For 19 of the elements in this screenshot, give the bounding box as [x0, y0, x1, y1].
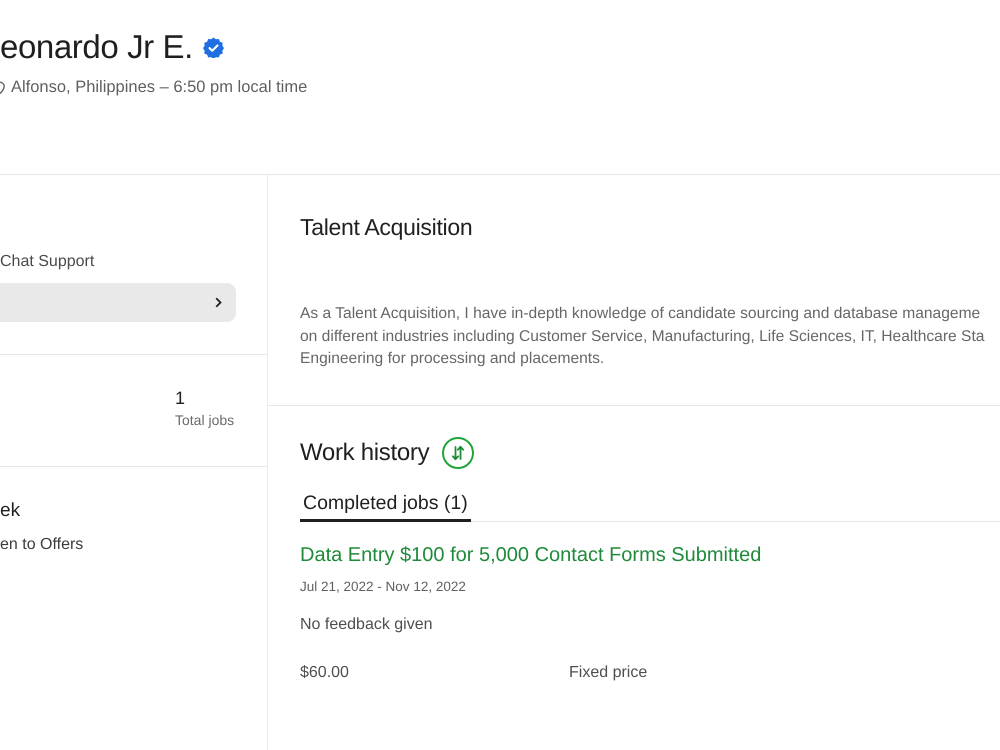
- job-feedback: No feedback given: [300, 615, 433, 635]
- freelancer-name: eonardo Jr E.: [0, 28, 193, 66]
- availability-note: en to Offers: [0, 535, 84, 555]
- profile-title: Talent Acquisition: [300, 213, 472, 241]
- job-title-link[interactable]: Data Entry $100 for 5,000 Contact Forms Submitted: [300, 542, 762, 568]
- job-dates: Jul 21, 2022 - Nov 12, 2022: [300, 578, 466, 596]
- job-price-type: Fixed price: [569, 663, 648, 683]
- section-title: Work history: [300, 439, 430, 467]
- stat-label: Total jobs: [175, 411, 234, 429]
- location-pin-icon: [0, 80, 6, 94]
- availability-hours: ek: [0, 499, 20, 523]
- tab[interactable]: Completed jobs (1): [300, 491, 471, 522]
- profile-description: As a Talent Acquisition, I have in-depth knowledge of candidate sourcing and database manageme on different industries including Customer Service, Manufacturing, Life Sciences, IT, Healthcare Sta Engineering for processing and placements.: [300, 304, 984, 369]
- location-text: Alfonso, Philippines – 6:50 pm local time: [11, 77, 308, 97]
- chevron-right-icon: [215, 297, 222, 308]
- profile-list-item[interactable]: Chat Support: [0, 252, 236, 272]
- sort-icon[interactable]: [442, 437, 474, 469]
- stat-value: 1: [175, 387, 186, 409]
- job-amount: $60.00: [300, 663, 350, 683]
